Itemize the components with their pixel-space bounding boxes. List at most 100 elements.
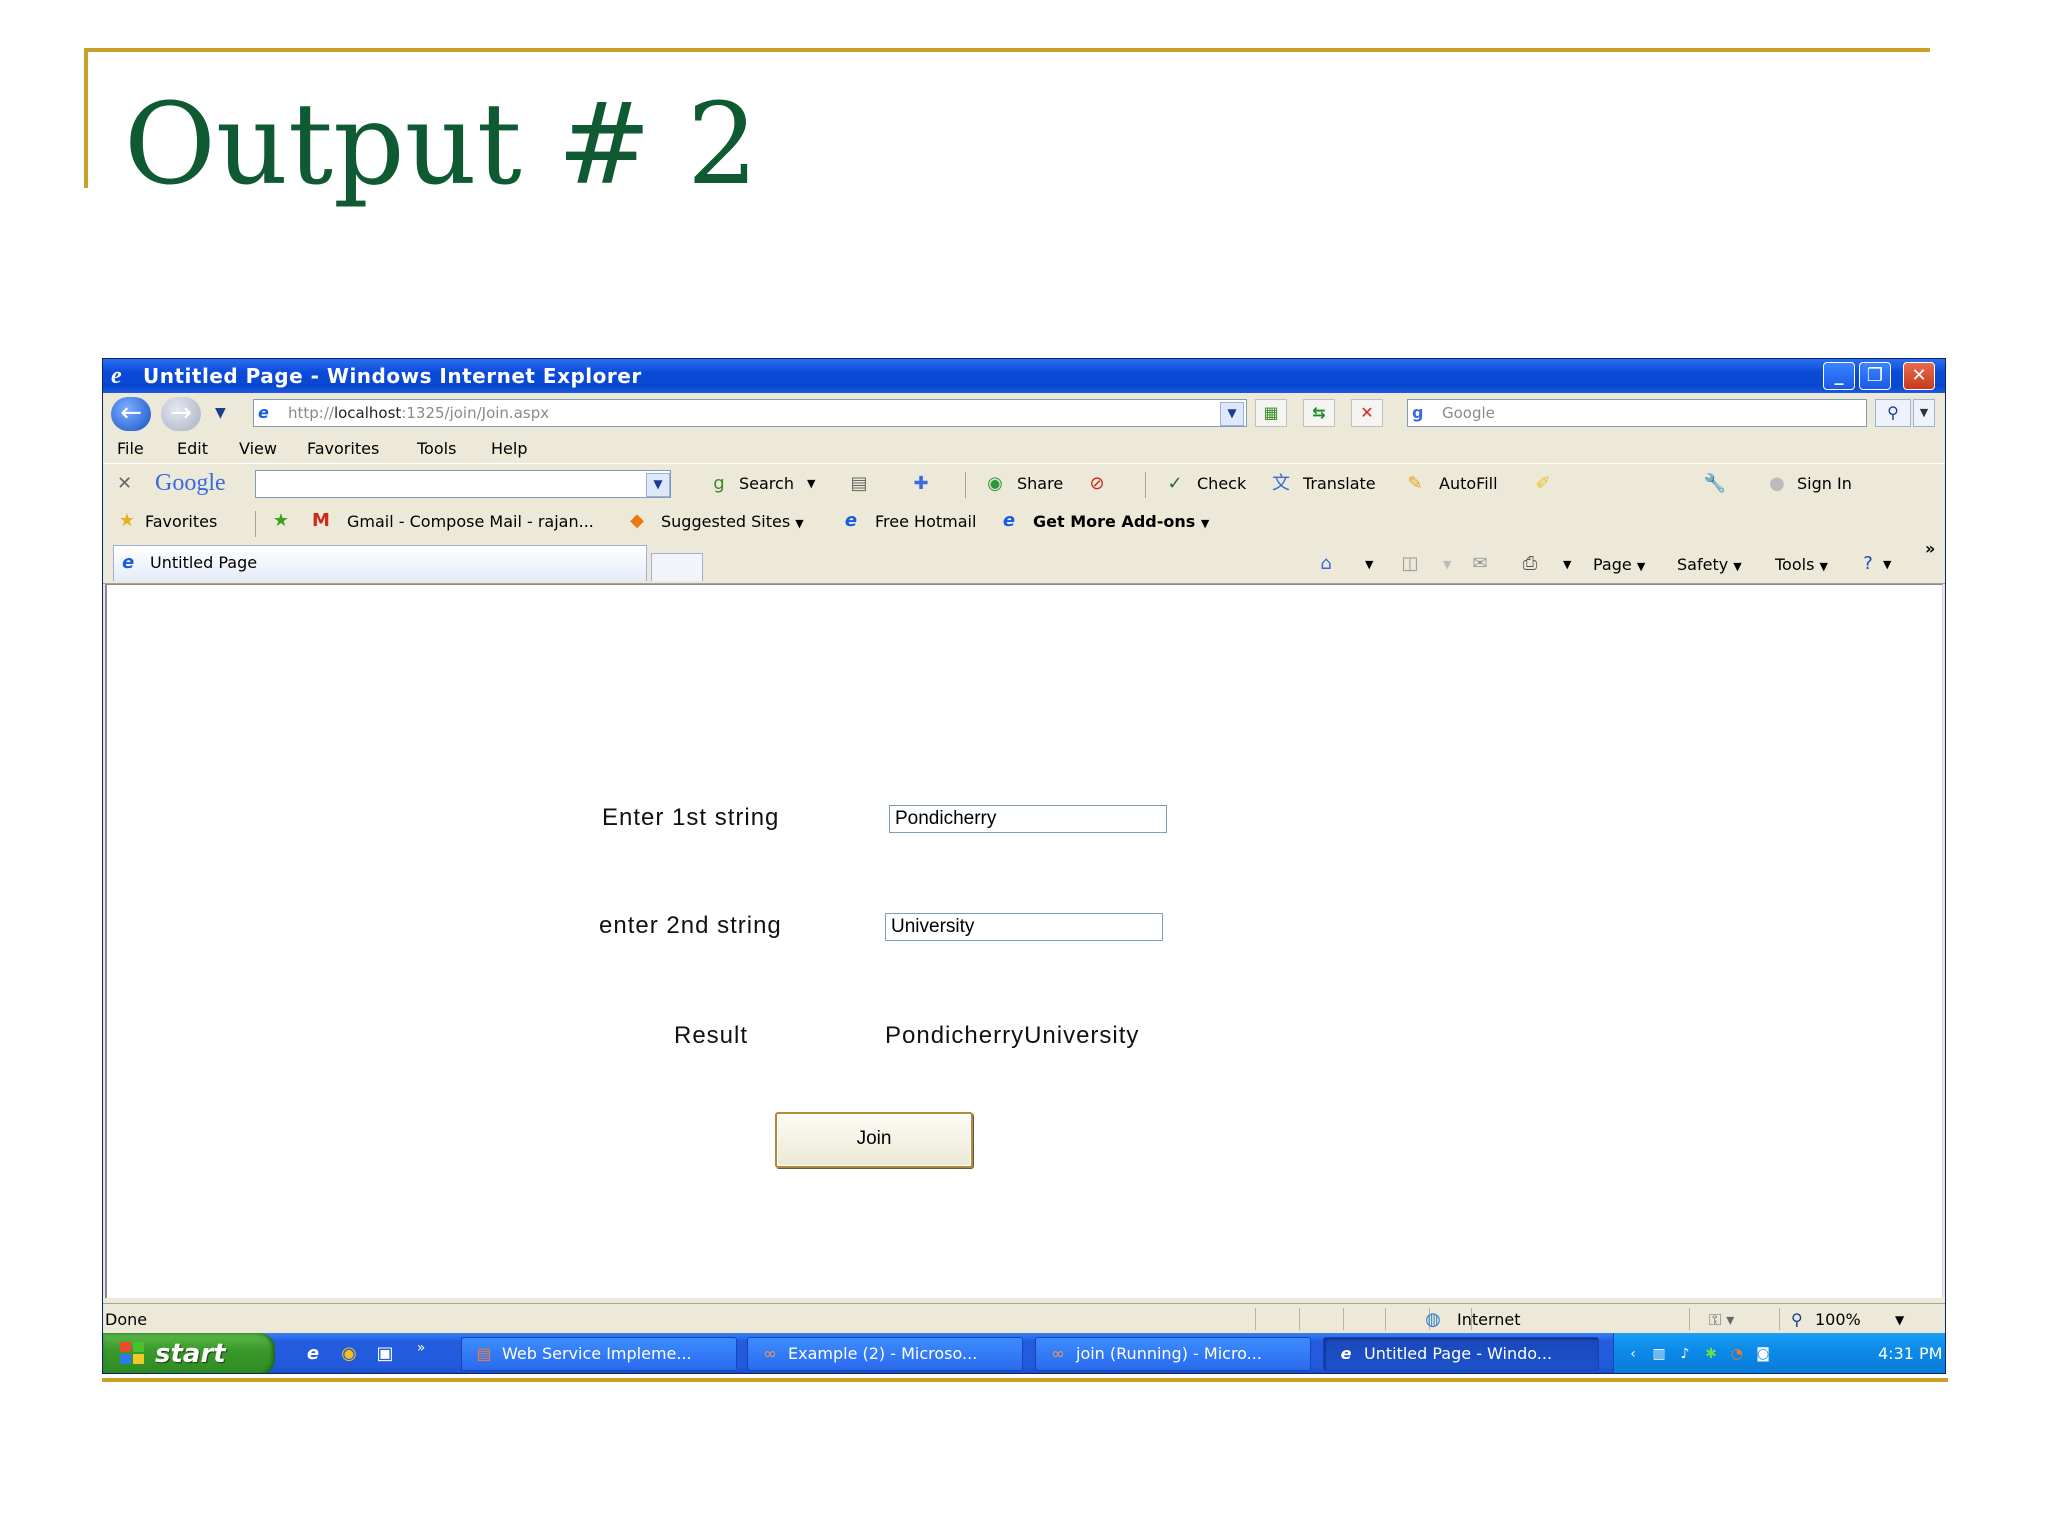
menu-file[interactable]: File [117,435,144,463]
tab-ie-icon: e [122,552,135,573]
google-search-button[interactable]: Search [739,472,794,496]
search-options-dropdown[interactable]: ▼ [1913,399,1935,427]
search-icon[interactable]: ⚲ [1875,399,1911,427]
second-string-input[interactable]: University [885,913,1163,941]
tab-untitled-page[interactable]: e Untitled Page [113,545,647,581]
safety-menu[interactable]: Safety ▼ [1677,553,1742,579]
internet-zone-globe-icon: ◍ [1425,1309,1441,1330]
highlighter-icon[interactable]: ✐ [1531,472,1555,496]
security-zone: Internet [1457,1310,1521,1329]
stop-icon[interactable]: ✕ [1351,399,1383,427]
favorites-bar: ★ Favorites ★ M Gmail - Compose Mail - r… [103,503,1945,541]
zoom-level[interactable]: 100% [1815,1308,1861,1332]
wrench-icon[interactable]: 🔧 [1703,472,1727,496]
tab-bar: e Untitled Page ⌂ ▼ ◫ ▼ ✉ ⎙ ▼ Page ▼ Saf… [103,539,1945,584]
address-url[interactable]: http://localhost:1325/join/Join.aspx [288,400,549,426]
sign-in-button[interactable]: Sign In [1797,472,1852,496]
google-search-dropdown[interactable]: ▼ [646,473,670,497]
page-menu[interactable]: Page ▼ [1593,553,1645,579]
menu-view[interactable]: View [239,435,277,463]
taskbar-item-example-2[interactable]: ∞ Example (2) - Microso... [747,1337,1023,1371]
taskbar-item-web-service[interactable]: ▤ Web Service Impleme... [461,1337,737,1371]
compatibility-view-icon[interactable]: ▦ [1255,399,1287,427]
read-mail-icon[interactable]: ✉ [1467,551,1493,577]
share-button[interactable]: Share [1017,472,1063,496]
safety-menu-dropdown-icon: ▼ [1733,560,1742,573]
feeds-dropdown-icon[interactable]: ▼ [1443,553,1451,577]
tools-menu-dropdown-icon: ▼ [1819,560,1828,573]
print-icon[interactable]: ⎙ [1517,551,1543,577]
print-dropdown-icon[interactable]: ▼ [1563,553,1571,577]
page-menu-label: Page [1593,555,1632,574]
help-dropdown-icon[interactable]: ▼ [1883,553,1891,577]
feeds-icon[interactable]: ◫ [1397,551,1423,577]
free-hotmail-link[interactable]: Free Hotmail [875,509,976,535]
favorites-button[interactable]: Favorites [145,509,217,535]
address-bar[interactable]: e http://localhost:1325/join/Join.aspx ▼ [253,399,1247,427]
tray-wireless-icon[interactable]: ✱ [1700,1343,1722,1365]
autofill-icon: ✎ [1407,473,1423,494]
taskbar-item-join-running[interactable]: ∞ join (Running) - Micro... [1035,1337,1311,1371]
tools-menu[interactable]: Tools ▼ [1775,553,1828,579]
maximize-button[interactable]: ❐ [1859,362,1891,390]
get-more-addons-link[interactable]: Get More Add-ons ▼ [1033,509,1209,537]
search-placeholder: Google [1442,404,1495,422]
taskbar-item-untitled-page[interactable]: e Untitled Page - Windo... [1323,1337,1599,1371]
suggested-sites-label: Suggested Sites [661,512,791,531]
tray-volume-icon[interactable]: ♪ [1674,1343,1696,1365]
quicklaunch-ie-icon[interactable]: e [299,1341,327,1367]
add-button-icon[interactable]: ✚ [909,472,933,496]
close-button[interactable]: ✕ [1903,362,1935,390]
translate-button[interactable]: Translate [1303,472,1376,496]
home-dropdown-icon[interactable]: ▼ [1365,553,1373,577]
new-tab-button[interactable] [651,553,703,581]
tray-app-icon[interactable]: ◙ [1752,1343,1774,1365]
address-row: ← → ▼ e http://localhost:1325/join/Join.… [103,393,1945,436]
safety-menu-label: Safety [1677,555,1729,574]
quicklaunch-more-chevron[interactable]: » [407,1335,435,1361]
google-toolbar-search-input[interactable]: ▼ [255,470,671,498]
quicklaunch-desktop-icon[interactable]: ▣ [371,1341,399,1367]
clock: 4:31 PM [1878,1344,1943,1363]
menu-favorites[interactable]: Favorites [307,435,379,463]
tray-update-icon[interactable]: ◔ [1726,1343,1748,1365]
menu-help[interactable]: Help [491,435,527,463]
slide-top-rule [84,48,1930,52]
tray-network-icon[interactable]: ▥ [1648,1343,1670,1365]
gmail-link[interactable]: Gmail - Compose Mail - rajan... [347,509,594,535]
first-string-input[interactable]: Pondicherry [889,805,1167,833]
back-button[interactable]: ← [111,397,151,431]
menu-edit[interactable]: Edit [177,435,208,463]
help-icon[interactable]: ? [1855,551,1881,577]
suggested-sites-link[interactable]: Suggested Sites ▼ [661,509,804,537]
page-icon: e [258,403,269,422]
popup-blocker-icon[interactable]: ⊘ [1085,472,1109,496]
protected-mode-icon[interactable]: ⚿ ▾ [1709,1308,1734,1332]
search-dropdown-arrow[interactable]: ▼ [807,472,815,496]
menu-bar: File Edit View Favorites Tools Help [103,435,1945,463]
home-icon[interactable]: ⌂ [1313,551,1339,577]
zoom-dropdown[interactable]: ▼ [1895,1308,1904,1332]
autofill-button[interactable]: AutoFill [1439,472,1498,496]
menu-tools[interactable]: Tools [417,435,456,463]
tray-expand-icon[interactable]: ‹ [1622,1343,1644,1365]
start-button[interactable]: start [103,1333,275,1373]
address-dropdown-button[interactable]: ▼ [1220,402,1244,426]
first-string-label: Enter 1st string [602,804,780,831]
recent-pages-dropdown[interactable]: ▼ [215,401,226,425]
google-search-provider-icon: g [1412,403,1424,422]
quicklaunch-outlook-icon[interactable]: ◉ [335,1341,363,1367]
search-input[interactable]: g Google [1407,399,1867,427]
join-button[interactable]: Join [775,1112,973,1168]
toolbar-close-icon[interactable]: ✕ [117,470,132,498]
result-value: PondicherryUniversity [885,1022,1140,1049]
forward-button[interactable]: → [161,397,201,431]
add-to-favorites-icon[interactable]: ★ [269,509,293,533]
refresh-icon[interactable]: ⇆ [1303,399,1335,427]
google-search-icon: g [713,473,725,494]
minimize-button[interactable]: _ [1823,362,1855,390]
check-button[interactable]: Check [1197,472,1246,496]
news-icon[interactable]: ▤ [847,472,871,496]
more-commands-chevron[interactable]: » [1925,537,1935,561]
gmail-icon: M [312,510,330,531]
